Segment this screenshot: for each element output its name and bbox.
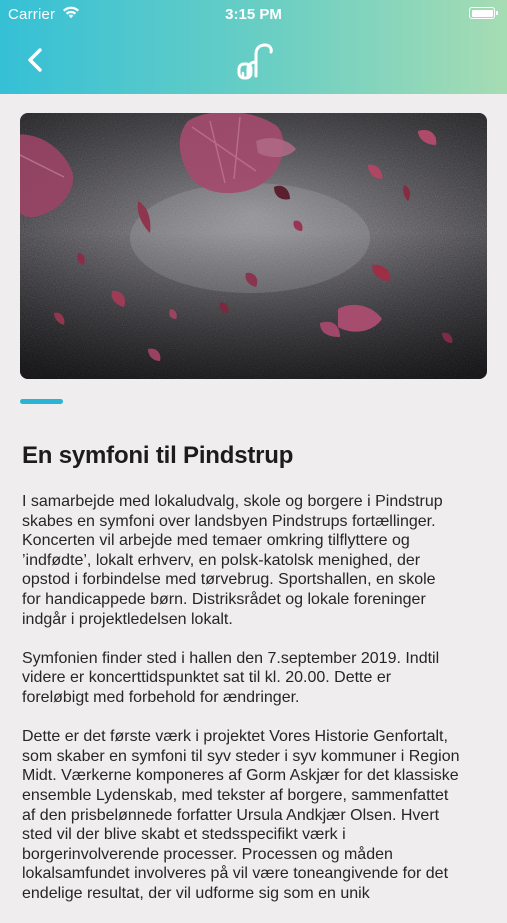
battery-icon bbox=[469, 7, 498, 19]
article-line: ’indfødte’, lokalt erhverv, en polsk-kat… bbox=[22, 551, 421, 569]
article-paragraph: Dette er det første værk i projektet Vor… bbox=[22, 727, 492, 903]
status-bar: Carrier 3:15 PM bbox=[0, 0, 507, 28]
article-line: endelige resultat, der vil udforme sig s… bbox=[22, 884, 370, 902]
article-line: af den prisbelønnede forfatter Ursula An… bbox=[22, 806, 440, 824]
article-line: for handicappede børn. Distriksrådet og … bbox=[22, 590, 426, 608]
header-bar: Carrier 3:15 PM bbox=[0, 0, 507, 94]
article-paragraph: Symfonien finder sted i hallen den 7.sep… bbox=[22, 649, 492, 708]
article-line: Midt. Værkerne komponeres af Gorm Askjær… bbox=[22, 767, 459, 785]
article-line: Dette er det første værk i projektet Vor… bbox=[22, 728, 448, 746]
article-line: videre er koncerttidspunktet sat til kl.… bbox=[22, 669, 392, 687]
app-logo-icon bbox=[237, 43, 273, 80]
hero-image bbox=[20, 113, 487, 379]
article-line: foreløbigt med forbehold for ændringer. bbox=[22, 688, 300, 706]
page-indicator bbox=[20, 399, 63, 404]
status-time: 3:15 PM bbox=[225, 6, 282, 23]
article-line: sted vil der blive skabt et stedsspecifi… bbox=[22, 826, 346, 844]
article-line: Koncerten vil arbejde med temaer omkring… bbox=[22, 532, 410, 550]
article-line: I samarbejde med lokaludvalg, skole og b… bbox=[22, 493, 443, 510]
article-line: borgerinvolverende processer. Processen … bbox=[22, 845, 393, 863]
article-paragraph: I samarbejde med lokaludvalg, skole og b… bbox=[22, 492, 492, 629]
article-line: lokalsamfundet involveres på vil være to… bbox=[22, 865, 449, 883]
article-body: I samarbejde med lokaludvalg, skole og b… bbox=[22, 492, 492, 923]
article-title: En symfoni til Pindstrup bbox=[22, 442, 294, 469]
article-line: indgår i projektledelsen lokalt. bbox=[22, 610, 233, 628]
article-line: skabes en symfoni over landsbyen Pindstr… bbox=[22, 512, 436, 530]
article-line: opstod i forbindelse med tørvebrug. Spor… bbox=[22, 571, 436, 589]
article-line: Symfonien finder sted i hallen den 7.sep… bbox=[22, 649, 440, 667]
leaves-photo bbox=[20, 113, 487, 379]
article-line: ensemble Lydenskab, med tekster af borge… bbox=[22, 786, 449, 804]
chevron-left-icon[interactable] bbox=[22, 44, 50, 76]
article-line: som skaber en symfoni til syv steder i s… bbox=[22, 747, 460, 765]
